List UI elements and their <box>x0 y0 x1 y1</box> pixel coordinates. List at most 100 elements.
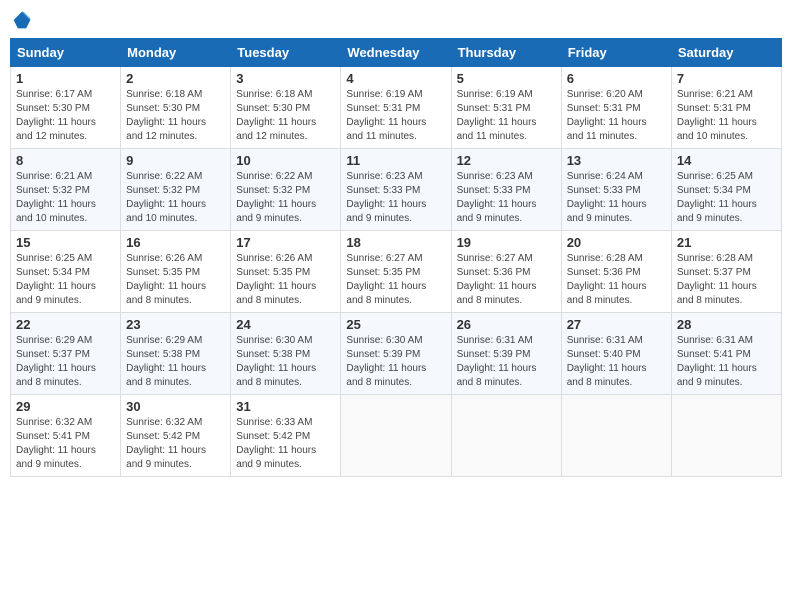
day-number: 8 <box>16 153 115 168</box>
day-number: 15 <box>16 235 115 250</box>
day-number: 19 <box>457 235 556 250</box>
col-header-wednesday: Wednesday <box>341 39 451 67</box>
day-number: 23 <box>126 317 225 332</box>
day-info: Sunrise: 6:19 AM Sunset: 5:31 PM Dayligh… <box>346 88 445 144</box>
day-cell: 30 Sunrise: 6:32 AM Sunset: 5:42 PM Dayli… <box>121 395 231 477</box>
day-info: Sunrise: 6:31 AM Sunset: 5:40 PM Dayligh… <box>567 334 666 390</box>
day-number: 3 <box>236 71 335 86</box>
day-number: 20 <box>567 235 666 250</box>
day-cell <box>561 395 671 477</box>
day-number: 11 <box>346 153 445 168</box>
day-info: Sunrise: 6:32 AM Sunset: 5:42 PM Dayligh… <box>126 416 225 472</box>
day-info: Sunrise: 6:19 AM Sunset: 5:31 PM Dayligh… <box>457 88 556 144</box>
day-info: Sunrise: 6:23 AM Sunset: 5:33 PM Dayligh… <box>346 170 445 226</box>
day-number: 17 <box>236 235 335 250</box>
day-info: Sunrise: 6:29 AM Sunset: 5:38 PM Dayligh… <box>126 334 225 390</box>
day-info: Sunrise: 6:22 AM Sunset: 5:32 PM Dayligh… <box>236 170 335 226</box>
day-number: 4 <box>346 71 445 86</box>
day-cell: 8Sunrise: 6:21 AM Sunset: 5:32 PM Daylig… <box>11 149 121 231</box>
day-number: 22 <box>16 317 115 332</box>
day-cell: 7 Sunrise: 6:21 AM Sunset: 5:31 PM Daylig… <box>671 67 781 149</box>
day-cell: 26 Sunrise: 6:31 AM Sunset: 5:39 PM Dayli… <box>451 313 561 395</box>
day-cell: 17 Sunrise: 6:26 AM Sunset: 5:35 PM Dayli… <box>231 231 341 313</box>
day-cell: 19 Sunrise: 6:27 AM Sunset: 5:36 PM Dayli… <box>451 231 561 313</box>
day-cell: 28Sunrise: 6:31 AM Sunset: 5:41 PM Dayli… <box>671 313 781 395</box>
day-cell: 16 Sunrise: 6:26 AM Sunset: 5:35 PM Dayli… <box>121 231 231 313</box>
week-row-4: 22 Sunrise: 6:29 AM Sunset: 5:37 PM Dayli… <box>11 313 782 395</box>
col-header-saturday: Saturday <box>671 39 781 67</box>
day-info: Sunrise: 6:30 AM Sunset: 5:39 PM Dayligh… <box>346 334 445 390</box>
day-cell: 21Sunrise: 6:28 AM Sunset: 5:37 PM Dayli… <box>671 231 781 313</box>
day-number: 18 <box>346 235 445 250</box>
day-cell: 4 Sunrise: 6:19 AM Sunset: 5:31 PM Daylig… <box>341 67 451 149</box>
week-row-2: 8Sunrise: 6:21 AM Sunset: 5:32 PM Daylig… <box>11 149 782 231</box>
page-header <box>10 10 782 30</box>
logo <box>10 10 32 30</box>
day-info: Sunrise: 6:29 AM Sunset: 5:37 PM Dayligh… <box>16 334 115 390</box>
day-info: Sunrise: 6:18 AM Sunset: 5:30 PM Dayligh… <box>126 88 225 144</box>
day-number: 29 <box>16 399 115 414</box>
day-info: Sunrise: 6:20 AM Sunset: 5:31 PM Dayligh… <box>567 88 666 144</box>
col-header-friday: Friday <box>561 39 671 67</box>
day-cell: 11 Sunrise: 6:23 AM Sunset: 5:33 PM Dayli… <box>341 149 451 231</box>
day-cell <box>341 395 451 477</box>
day-number: 25 <box>346 317 445 332</box>
day-cell: 3Sunrise: 6:18 AM Sunset: 5:30 PM Daylig… <box>231 67 341 149</box>
week-row-5: 29 Sunrise: 6:32 AM Sunset: 5:41 PM Dayli… <box>11 395 782 477</box>
day-number: 5 <box>457 71 556 86</box>
day-info: Sunrise: 6:17 AM Sunset: 5:30 PM Dayligh… <box>16 88 115 144</box>
day-cell: 12 Sunrise: 6:23 AM Sunset: 5:33 PM Dayli… <box>451 149 561 231</box>
day-cell: 13Sunrise: 6:24 AM Sunset: 5:33 PM Dayli… <box>561 149 671 231</box>
day-number: 1 <box>16 71 115 86</box>
day-cell: 23 Sunrise: 6:29 AM Sunset: 5:38 PM Dayli… <box>121 313 231 395</box>
day-info: Sunrise: 6:30 AM Sunset: 5:38 PM Dayligh… <box>236 334 335 390</box>
day-number: 7 <box>677 71 776 86</box>
day-info: Sunrise: 6:26 AM Sunset: 5:35 PM Dayligh… <box>236 252 335 308</box>
day-cell: 1 Sunrise: 6:17 AM Sunset: 5:30 PM Daylig… <box>11 67 121 149</box>
day-cell <box>671 395 781 477</box>
day-info: Sunrise: 6:32 AM Sunset: 5:41 PM Dayligh… <box>16 416 115 472</box>
day-cell: 6Sunrise: 6:20 AM Sunset: 5:31 PM Daylig… <box>561 67 671 149</box>
day-number: 16 <box>126 235 225 250</box>
day-info: Sunrise: 6:22 AM Sunset: 5:32 PM Dayligh… <box>126 170 225 226</box>
day-cell: 25 Sunrise: 6:30 AM Sunset: 5:39 PM Dayli… <box>341 313 451 395</box>
col-header-tuesday: Tuesday <box>231 39 341 67</box>
day-number: 14 <box>677 153 776 168</box>
day-number: 27 <box>567 317 666 332</box>
week-row-1: 1 Sunrise: 6:17 AM Sunset: 5:30 PM Daylig… <box>11 67 782 149</box>
day-cell: 5 Sunrise: 6:19 AM Sunset: 5:31 PM Daylig… <box>451 67 561 149</box>
day-cell: 15Sunrise: 6:25 AM Sunset: 5:34 PM Dayli… <box>11 231 121 313</box>
col-header-monday: Monday <box>121 39 231 67</box>
day-cell: 20 Sunrise: 6:28 AM Sunset: 5:36 PM Dayli… <box>561 231 671 313</box>
day-number: 10 <box>236 153 335 168</box>
logo-icon <box>12 10 32 30</box>
day-info: Sunrise: 6:27 AM Sunset: 5:36 PM Dayligh… <box>457 252 556 308</box>
day-cell: 2 Sunrise: 6:18 AM Sunset: 5:30 PM Daylig… <box>121 67 231 149</box>
day-cell: 22 Sunrise: 6:29 AM Sunset: 5:37 PM Dayli… <box>11 313 121 395</box>
day-info: Sunrise: 6:27 AM Sunset: 5:35 PM Dayligh… <box>346 252 445 308</box>
day-info: Sunrise: 6:25 AM Sunset: 5:34 PM Dayligh… <box>677 170 776 226</box>
day-number: 24 <box>236 317 335 332</box>
day-info: Sunrise: 6:33 AM Sunset: 5:42 PM Dayligh… <box>236 416 335 472</box>
day-info: Sunrise: 6:21 AM Sunset: 5:31 PM Dayligh… <box>677 88 776 144</box>
day-number: 30 <box>126 399 225 414</box>
col-header-sunday: Sunday <box>11 39 121 67</box>
day-number: 12 <box>457 153 556 168</box>
day-cell <box>451 395 561 477</box>
day-number: 13 <box>567 153 666 168</box>
day-info: Sunrise: 6:28 AM Sunset: 5:36 PM Dayligh… <box>567 252 666 308</box>
day-cell: 18 Sunrise: 6:27 AM Sunset: 5:35 PM Dayli… <box>341 231 451 313</box>
day-info: Sunrise: 6:31 AM Sunset: 5:39 PM Dayligh… <box>457 334 556 390</box>
day-number: 31 <box>236 399 335 414</box>
day-info: Sunrise: 6:26 AM Sunset: 5:35 PM Dayligh… <box>126 252 225 308</box>
day-info: Sunrise: 6:31 AM Sunset: 5:41 PM Dayligh… <box>677 334 776 390</box>
day-cell: 14 Sunrise: 6:25 AM Sunset: 5:34 PM Dayli… <box>671 149 781 231</box>
day-number: 9 <box>126 153 225 168</box>
col-header-thursday: Thursday <box>451 39 561 67</box>
day-cell: 24 Sunrise: 6:30 AM Sunset: 5:38 PM Dayli… <box>231 313 341 395</box>
day-info: Sunrise: 6:23 AM Sunset: 5:33 PM Dayligh… <box>457 170 556 226</box>
day-cell: 27 Sunrise: 6:31 AM Sunset: 5:40 PM Dayli… <box>561 313 671 395</box>
day-cell: 10 Sunrise: 6:22 AM Sunset: 5:32 PM Dayli… <box>231 149 341 231</box>
day-number: 2 <box>126 71 225 86</box>
day-number: 26 <box>457 317 556 332</box>
